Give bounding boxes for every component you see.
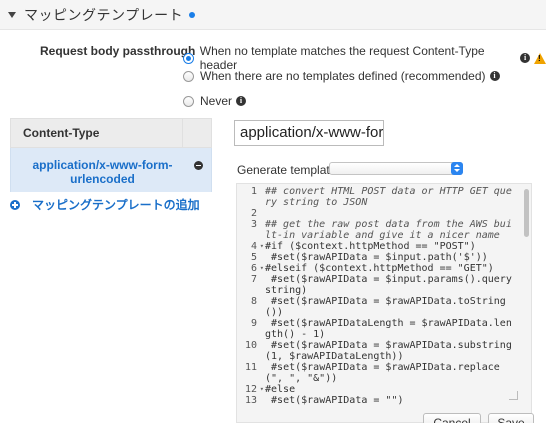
section-title: マッピングテンプレート bbox=[24, 6, 184, 23]
code-text: #set($rawAPIData = $input.path('$')) bbox=[265, 252, 488, 263]
passthrough-option-no-match[interactable]: When no template matches the request Con… bbox=[183, 44, 546, 72]
fold-toggle-icon[interactable]: ▾ bbox=[260, 263, 264, 274]
code-text: #set($rawAPIData = "") bbox=[265, 395, 404, 406]
mapping-templates-page: マッピングテンプレート Request body passthrough Whe… bbox=[0, 0, 546, 423]
code-text: #set($rawAPIData = $rawAPIData.replace("… bbox=[265, 362, 500, 384]
passthrough-option-label: When there are no templates defined (rec… bbox=[200, 69, 486, 83]
cancel-button[interactable]: Cancel bbox=[423, 413, 481, 423]
radio-button[interactable] bbox=[183, 70, 194, 82]
content-type-row[interactable]: application/x-www-form-urlencoded bbox=[10, 148, 212, 192]
content-type-table: Content-Type application/x-www-form-urle… bbox=[10, 118, 212, 418]
save-button[interactable]: Save bbox=[488, 413, 534, 423]
code-line[interactable]: 5 #set($rawAPIData = $input.path('$')) bbox=[237, 252, 531, 263]
generate-template-select[interactable] bbox=[329, 162, 463, 175]
code-text: #elseif ($context.httpMethod == "GET") bbox=[265, 263, 494, 274]
radio-button[interactable] bbox=[183, 95, 194, 107]
remove-content-type-icon[interactable] bbox=[194, 161, 203, 170]
line-number: 11 bbox=[244, 362, 257, 373]
line-number: 13 bbox=[244, 395, 257, 406]
code-line[interactable]: 8 #set($rawAPIData = $rawAPIData.toStrin… bbox=[237, 296, 531, 318]
fold-toggle-icon[interactable]: ▾ bbox=[260, 241, 264, 252]
content-type-input[interactable]: application/x-www-form-urlencoded bbox=[234, 120, 384, 146]
content-type-header-actions bbox=[182, 119, 211, 147]
code-line[interactable]: 13 #set($rawAPIData = "") bbox=[237, 395, 531, 406]
code-line[interactable]: 12 ▾ #else bbox=[237, 384, 531, 395]
code-text: ## convert HTML POST data or HTTP GET qu… bbox=[265, 186, 512, 208]
template-code-editor[interactable]: 1 ## convert HTML POST data or HTTP GET q… bbox=[236, 183, 532, 423]
line-number: 1 bbox=[250, 186, 257, 197]
code-text: #set($rawAPIData = $input.params().query… bbox=[265, 274, 512, 296]
content-type-header-label: Content-Type bbox=[23, 126, 100, 140]
passthrough-label: Request body passthrough bbox=[40, 44, 196, 58]
code-line[interactable]: 9 #set($rawAPIDataLength = $rawAPIData.l… bbox=[237, 318, 531, 340]
code-text: #else bbox=[265, 384, 296, 395]
code-text: #if ($context.httpMethod == "POST") bbox=[265, 241, 476, 252]
collapse-caret-icon[interactable] bbox=[8, 11, 16, 18]
code-text: #set($rawAPIDataLength = $rawAPIData.len… bbox=[265, 318, 512, 340]
code-line[interactable]: 2 bbox=[237, 208, 531, 219]
code-line[interactable]: 6 ▾ #elseif ($context.httpMethod == "GET") bbox=[237, 263, 531, 274]
radio-button-selected[interactable] bbox=[183, 52, 194, 64]
line-number: 2 bbox=[250, 208, 257, 219]
content-type-row-label[interactable]: application/x-www-form-urlencoded bbox=[11, 148, 194, 186]
passthrough-option-no-templates[interactable]: When there are no templates defined (rec… bbox=[183, 69, 500, 83]
fold-toggle-icon[interactable]: ▾ bbox=[260, 384, 264, 395]
line-number: 9 bbox=[250, 318, 257, 329]
info-icon[interactable]: i bbox=[489, 71, 500, 81]
editor-scrollbar-thumb[interactable] bbox=[524, 189, 529, 237]
line-number: 8 bbox=[250, 296, 257, 307]
code-text: ## get the raw post data from the AWS bu… bbox=[265, 219, 512, 241]
line-number: 4 ▾ bbox=[250, 241, 264, 252]
line-number: 7 bbox=[250, 274, 257, 285]
section-header[interactable]: マッピングテンプレート bbox=[0, 0, 546, 30]
line-number: 5 bbox=[250, 252, 257, 263]
warning-icon bbox=[534, 52, 546, 64]
add-mapping-template-link[interactable]: マッピングテンプレートの追加 bbox=[10, 196, 200, 213]
info-icon[interactable]: i bbox=[236, 96, 247, 106]
code-line[interactable]: 1 ## convert HTML POST data or HTTP GET q… bbox=[237, 186, 531, 208]
line-number: 6 ▾ bbox=[250, 263, 264, 274]
line-number: 10 bbox=[244, 340, 257, 351]
add-mapping-template-label: マッピングテンプレートの追加 bbox=[32, 198, 200, 212]
line-number: 12 ▾ bbox=[244, 384, 264, 395]
line-number: 3 bbox=[250, 219, 257, 230]
passthrough-option-label: When no template matches the request Con… bbox=[199, 44, 485, 72]
code-line[interactable]: 4 ▾ #if ($context.httpMethod == "POST") bbox=[237, 241, 531, 252]
resize-grip-icon[interactable] bbox=[509, 391, 518, 400]
code-line[interactable]: 7 #set($rawAPIData = $input.params().que… bbox=[237, 274, 531, 296]
code-text: #set($rawAPIData = $rawAPIData.toString(… bbox=[265, 296, 506, 318]
passthrough-option-never[interactable]: Never i bbox=[183, 94, 247, 108]
passthrough-option-label: Never bbox=[200, 94, 233, 108]
generate-template-label: Generate template: bbox=[237, 163, 340, 177]
status-dot-icon bbox=[189, 11, 196, 18]
code-line[interactable]: 10 #set($rawAPIData = $rawAPIData.substr… bbox=[237, 340, 531, 362]
select-arrows-icon[interactable] bbox=[451, 162, 463, 175]
code-text: #set($rawAPIData = $rawAPIData.substring… bbox=[265, 340, 512, 362]
info-icon[interactable]: i bbox=[520, 53, 530, 63]
code-line[interactable]: 11 #set($rawAPIData = $rawAPIData.replac… bbox=[237, 362, 531, 384]
content-type-header: Content-Type bbox=[10, 118, 212, 148]
code-line[interactable]: 3 ## get the raw post data from the AWS b… bbox=[237, 219, 531, 241]
add-circle-icon[interactable] bbox=[10, 199, 20, 210]
editor-scrollbar[interactable] bbox=[521, 184, 531, 422]
code-lines: 1 ## convert HTML POST data or HTTP GET q… bbox=[237, 184, 531, 406]
